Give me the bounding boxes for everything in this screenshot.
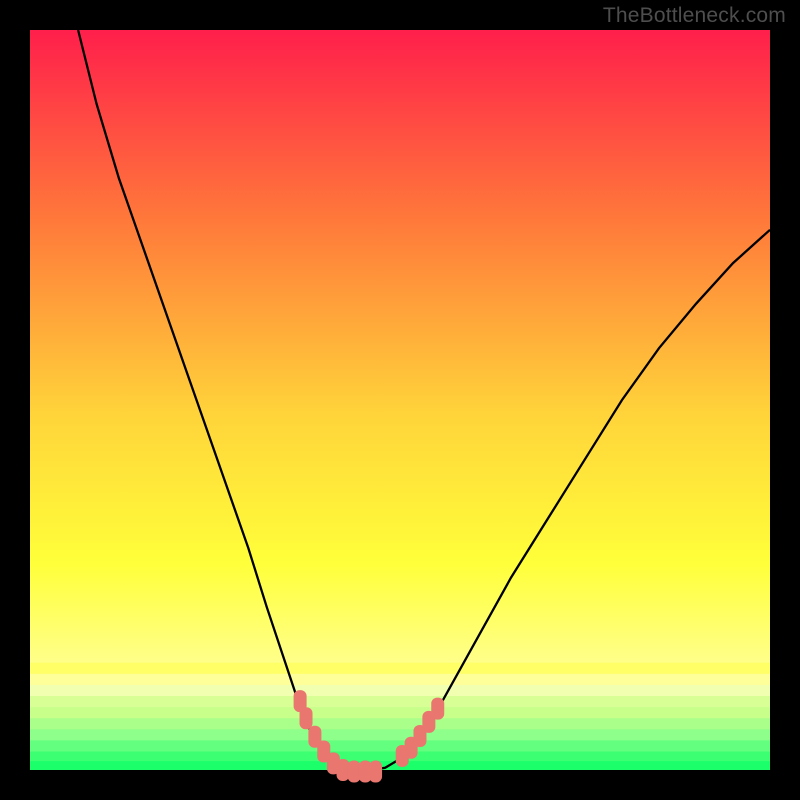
watermark-text: TheBottleneck.com	[603, 4, 786, 28]
chart-frame: TheBottleneck.com	[0, 0, 800, 800]
bottleneck-curve-chart	[0, 0, 800, 800]
curve-marker	[431, 698, 444, 720]
plot-area	[30, 30, 770, 770]
curve-marker	[300, 707, 313, 729]
curve-marker	[348, 760, 361, 782]
curve-marker	[337, 759, 350, 781]
curve-marker	[369, 760, 382, 782]
